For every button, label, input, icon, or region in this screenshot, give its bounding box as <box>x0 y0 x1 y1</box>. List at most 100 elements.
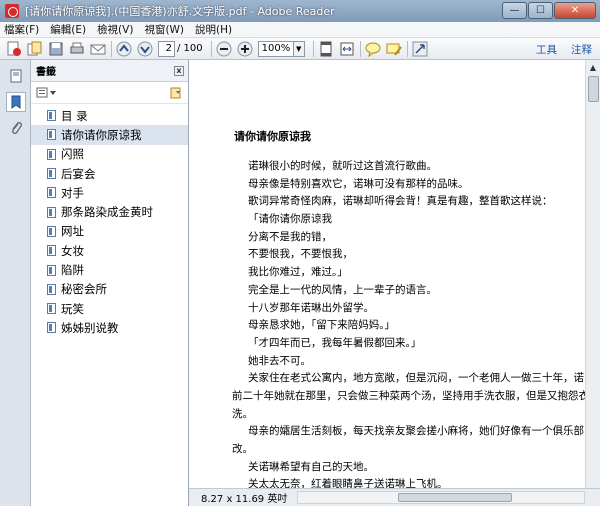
bookmark-label: 对手 <box>61 185 84 200</box>
document-page: 请你请你原谅我 诺琳很小的时候，就听过这首流行歌曲。 母亲像是特别喜欢它，诺琳可… <box>189 60 585 488</box>
bookmark-icon <box>47 110 56 122</box>
horizontal-scrollbar[interactable] <box>297 491 585 504</box>
close-panel-icon[interactable]: x <box>174 66 184 76</box>
horizontal-scroll-thumb[interactable] <box>398 493 512 502</box>
close-button[interactable]: ✕ <box>554 2 596 19</box>
next-page-icon[interactable] <box>137 41 153 57</box>
window-title: [请你请你原谅我].(中国香港)亦舒.文字版.pdf - Adobe Reade… <box>25 5 335 18</box>
zoom-input[interactable]: 100% <box>257 40 294 57</box>
bookmarks-toolbar <box>31 82 188 104</box>
toolbar-separator <box>406 40 408 57</box>
maximize-button[interactable]: ☐ <box>528 2 553 19</box>
text-line: 关诺琳希望有自己的天地。 <box>248 460 374 473</box>
bookmark-label: 请你请你原谅我 <box>61 127 142 142</box>
text-line: 关家住在老式公寓内，地方宽敞，但是沉闷，一个老佣人一做三十年，诺 <box>248 372 584 385</box>
bookmarks-panel: 書籤 x 目 录 请你请你原谅我 闪照 后宴会 对手 那条路染成金黄时 网址 女… <box>31 60 189 506</box>
bookmark-icon <box>47 206 56 218</box>
attachments-icon[interactable] <box>6 118 26 138</box>
menu-bar: 檔案(F) 編輯(E) 檢視(V) 視窗(W) 說明(H) <box>0 22 600 38</box>
highlight-icon[interactable] <box>386 41 402 57</box>
bookmark-icon <box>47 148 56 160</box>
bookmark-icon <box>47 187 56 199</box>
text-line: 分离不是我的错， <box>248 230 332 243</box>
text-line: 诺琳很小的时候，就听过这首流行歌曲。 <box>248 160 437 172</box>
menu-file[interactable]: 檔案(F) <box>4 22 39 37</box>
text-line: 母亲像是特别喜欢它，诺琳可没有那样的品味。 <box>248 177 469 190</box>
tools-link[interactable]: 工具 <box>536 42 557 57</box>
bookmark-label: 秘密会所 <box>61 282 107 297</box>
menu-view[interactable]: 檢視(V) <box>97 22 133 37</box>
bookmarks-title: 書籤 <box>36 67 56 78</box>
bookmark-icon <box>47 322 56 334</box>
text-line: 我比你难过，难过。」 <box>248 266 348 279</box>
text-line: 不要恨我，不要恨我， <box>248 248 353 261</box>
bookmark-label: 女妆 <box>61 243 84 258</box>
zoom-in-icon[interactable] <box>237 41 253 57</box>
page-size-label: 8.27 x 11.69 英吋 <box>201 494 288 505</box>
bookmark-item[interactable]: 对手 <box>31 183 188 202</box>
comment-icon[interactable] <box>365 41 381 57</box>
bookmark-item[interactable]: 姊姊别说教 <box>31 318 188 337</box>
combine-files-icon[interactable] <box>27 41 43 57</box>
create-pdf-icon[interactable] <box>6 41 22 57</box>
zoom-out-icon[interactable] <box>216 41 232 57</box>
navigation-pane-strip <box>0 60 31 506</box>
minimize-button[interactable]: — <box>502 2 527 19</box>
zoom-dropdown-icon[interactable]: ▼ <box>293 40 305 57</box>
bookmark-item[interactable]: 闪照 <box>31 145 188 164</box>
toolbar-separator <box>210 40 212 57</box>
expand-bookmark-icon[interactable] <box>170 87 182 102</box>
text-line: 她非去不可。 <box>248 354 311 367</box>
text-line: 改。 <box>232 443 253 455</box>
bookmark-item[interactable]: 秘密会所 <box>31 280 188 299</box>
scroll-up-icon[interactable]: ▲ <box>586 60 600 74</box>
text-line: 十八岁那年诺琳出外留学。 <box>248 301 374 314</box>
menu-window[interactable]: 視窗(W) <box>144 22 184 37</box>
page-number-input[interactable]: 2 <box>158 40 175 57</box>
bookmark-item[interactable]: 陷阱 <box>31 260 188 279</box>
text-line: 关太太无奈，红着眼睛鼻子送诺琳上飞机。 <box>248 478 448 488</box>
bookmarks-tab-icon[interactable] <box>6 92 26 112</box>
bookmark-item[interactable]: 女妆 <box>31 241 188 260</box>
text-line: 歌词异常奇怪肉麻，诺琳却听得会背！真是有趣，整首歌这样说： <box>248 195 553 208</box>
text-line: 完全是上一代的风情，上一辈子的语言。 <box>248 283 437 296</box>
bookmark-label: 后宴会 <box>61 166 96 181</box>
comment-link[interactable]: 注释 <box>571 42 592 57</box>
save-icon[interactable] <box>48 41 64 57</box>
full-screen-icon[interactable] <box>412 41 428 57</box>
bookmark-item[interactable]: 后宴会 <box>31 164 188 183</box>
bookmark-item[interactable]: 请你请你原谅我 <box>31 125 188 145</box>
bookmark-label: 玩笑 <box>61 301 84 316</box>
text-line: 「才四年而已，我每年暑假都回来。」 <box>248 336 422 349</box>
text-line: 「请你请你原谅我 <box>248 213 332 226</box>
menu-edit[interactable]: 編輯(E) <box>50 22 86 37</box>
bookmark-icon <box>47 225 56 237</box>
window-controls: — ☐ ✕ <box>501 2 596 19</box>
fit-width-icon[interactable] <box>339 41 355 57</box>
email-icon[interactable] <box>90 41 106 57</box>
bookmark-label: 闪照 <box>61 147 84 162</box>
bookmark-item[interactable]: 目 录 <box>31 106 188 125</box>
previous-page-icon[interactable] <box>116 41 132 57</box>
toolbar-separator <box>111 40 112 57</box>
status-bar: 8.27 x 11.69 英吋 <box>189 488 600 506</box>
print-icon[interactable] <box>69 41 85 57</box>
bookmark-item[interactable]: 那条路染成金黄时 <box>31 202 188 221</box>
fit-page-icon[interactable] <box>318 41 334 57</box>
menu-help[interactable]: 說明(H) <box>195 22 232 37</box>
bookmark-options-icon[interactable] <box>36 87 58 99</box>
document-heading: 请你请你原谅我 <box>234 130 311 143</box>
vertical-scrollbar[interactable]: ▲ <box>585 60 600 488</box>
adobe-reader-icon <box>5 4 19 18</box>
page-total: / 100 <box>177 43 203 54</box>
page-thumbnails-icon[interactable] <box>6 66 26 86</box>
toolbar: 2 / 100 100% ▼ 工具 注释 <box>0 38 600 60</box>
bookmark-item[interactable]: 玩笑 <box>31 299 188 318</box>
toolbar-right-links: 工具 注释 <box>522 42 592 57</box>
document-area: 请你请你原谅我 诺琳很小的时候，就听过这首流行歌曲。 母亲像是特别喜欢它，诺琳可… <box>189 60 600 506</box>
vertical-scroll-thumb[interactable] <box>588 76 599 102</box>
title-bar: [请你请你原谅我].(中国香港)亦舒.文字版.pdf - Adobe Reade… <box>0 0 600 22</box>
text-line: 母亲恳求她，「留下来陪妈妈。」 <box>248 319 395 332</box>
bookmark-item[interactable]: 网址 <box>31 222 188 241</box>
bookmarks-header: 書籤 x <box>31 60 188 82</box>
